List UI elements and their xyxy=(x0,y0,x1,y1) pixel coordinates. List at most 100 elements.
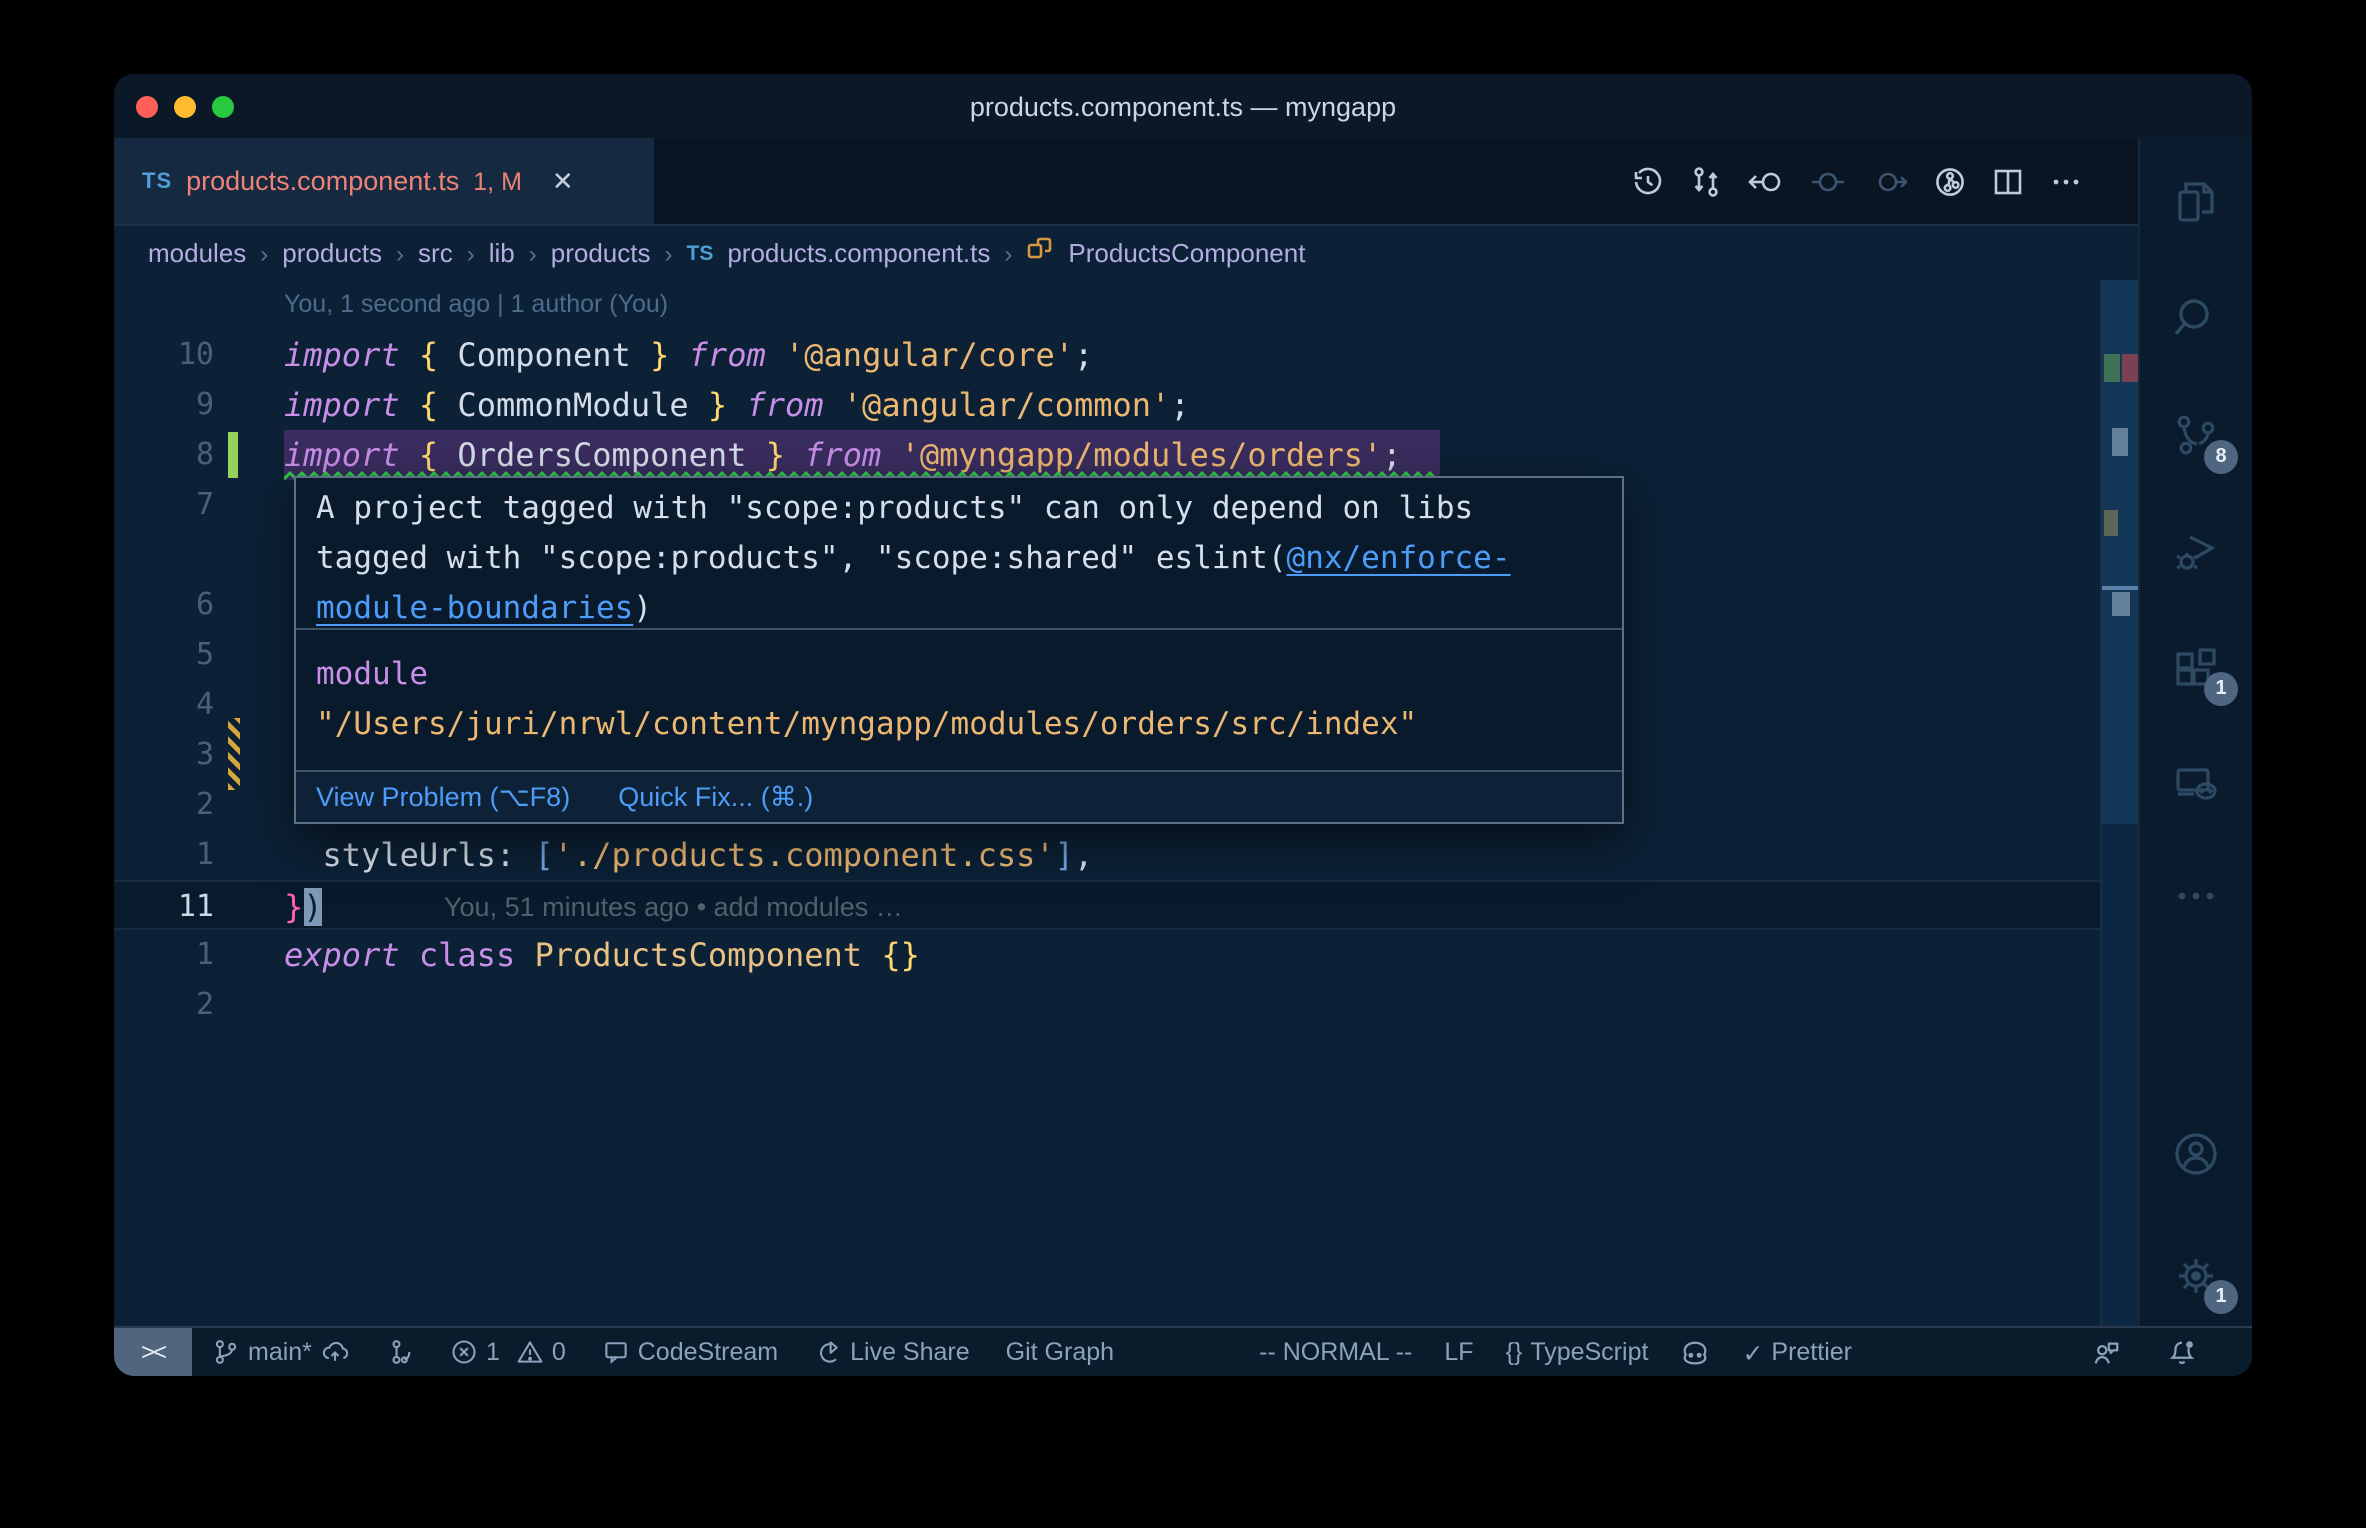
line-number: 11 xyxy=(177,888,214,924)
codestream-label: CodeStream xyxy=(637,1338,779,1366)
problem-message-text: A project tagged with "scope:products" c… xyxy=(316,490,1474,526)
code-text: export class ProductsComponent {} xyxy=(284,930,920,980)
next-change-icon[interactable] xyxy=(1872,165,1908,197)
code-text: styleUrls: ['./products.component.css'], xyxy=(284,830,1094,880)
feedback-icon[interactable] xyxy=(2090,1328,2122,1376)
line-number: 10 xyxy=(177,336,214,372)
compare-changes-icon[interactable] xyxy=(1690,165,1722,197)
split-editor-icon[interactable] xyxy=(1992,165,2024,197)
code-line[interactable]: 1 styleUrls: ['./products.component.css'… xyxy=(114,830,2100,880)
pipeline-item[interactable] xyxy=(386,1338,414,1366)
code-text: import { Component } from '@angular/core… xyxy=(284,330,1093,380)
token-pl: OrdersComponent xyxy=(438,436,766,474)
language-mode-item[interactable]: {} TypeScript xyxy=(1506,1338,1649,1366)
line-number: 2 xyxy=(195,786,214,822)
token-brk: ] xyxy=(1054,836,1074,874)
prettier-item[interactable]: ✓ Prettier xyxy=(1742,1337,1852,1367)
chevron-right-icon: › xyxy=(1004,239,1013,267)
blame-annotation-inline: You, 51 minutes ago • add modules … xyxy=(444,892,903,922)
local-history-icon[interactable] xyxy=(1632,165,1664,197)
git-branch-item[interactable]: main* xyxy=(212,1338,350,1366)
git-graph-item[interactable]: Git Graph xyxy=(1006,1338,1114,1366)
eslint-rule-link[interactable]: @nx/enforce- xyxy=(1287,540,1511,576)
breadcrumb-item[interactable]: products xyxy=(551,238,651,268)
token-kw: import xyxy=(284,336,400,374)
view-problem-action[interactable]: View Problem (⌥F8) xyxy=(316,772,570,822)
line-number: 2 xyxy=(195,986,214,1022)
run-debug-icon[interactable] xyxy=(2170,526,2222,578)
code-line[interactable]: 9 import { CommonModule } from '@angular/… xyxy=(114,380,2100,430)
line-number: 5 xyxy=(195,636,214,672)
source-control-badge: 8 xyxy=(2204,440,2238,474)
eol-indicator[interactable]: LF xyxy=(1444,1338,1473,1366)
code-editor[interactable]: You, 1 second ago | 1 author (You) 10 impo… xyxy=(114,280,2100,1326)
code-line[interactable]: 11}) You, 51 minutes ago • add modules … xyxy=(114,880,2100,930)
codestream-item[interactable]: CodeStream xyxy=(602,1338,778,1366)
extensions-badge: 1 xyxy=(2204,672,2238,706)
breadcrumb-item[interactable]: lib xyxy=(489,238,515,268)
code-line[interactable]: 8 import { OrdersComponent } from '@mynga… xyxy=(114,430,2100,481)
token-br: } xyxy=(650,336,670,374)
breadcrumb-symbol[interactable]: ProductsComponent xyxy=(1068,238,1305,268)
accounts-icon[interactable] xyxy=(2170,1128,2222,1180)
more-actions-icon[interactable] xyxy=(2050,165,2082,197)
problem-hover-popup: A project tagged with "scope:products" c… xyxy=(294,476,1624,824)
breadcrumb-item[interactable]: products xyxy=(282,238,382,268)
line-number: 3 xyxy=(195,736,214,772)
overview-mark-green xyxy=(2104,354,2120,382)
tab-products-component[interactable]: TS products.component.ts 1, M ✕ xyxy=(114,138,654,224)
tab-close-icon[interactable]: ✕ xyxy=(552,165,574,197)
git-graph-icon[interactable] xyxy=(1934,165,1966,197)
token-kw2: class xyxy=(418,936,516,974)
extensions-icon[interactable]: 1 xyxy=(2170,642,2238,706)
vscode-window: products.component.ts — myngapp TS produ… xyxy=(114,74,2252,1376)
breadcrumb-item[interactable]: src xyxy=(418,238,453,268)
title-bar: products.component.ts — myngapp xyxy=(114,74,2252,138)
more-views-icon[interactable] xyxy=(2170,870,2222,922)
live-share-item[interactable]: Live Share xyxy=(814,1338,970,1366)
notifications-bell-icon[interactable] xyxy=(2166,1328,2198,1376)
remote-explorer-icon[interactable] xyxy=(2170,758,2222,810)
blame-line[interactable]: You, 1 second ago | 1 author (You) xyxy=(114,280,2100,330)
code-line[interactable]: 10 import { Component } from '@angular/co… xyxy=(114,330,2100,380)
breadcrumb: modules › products › src › lib › product… xyxy=(114,226,2138,280)
screen: products.component.ts — myngapp TS produ… xyxy=(0,0,2366,1528)
code-line[interactable]: 2 xyxy=(114,980,2100,1030)
settings-gear-icon[interactable]: 1 xyxy=(2170,1250,2238,1314)
settings-badge: 1 xyxy=(2204,1280,2238,1314)
token-pk: } xyxy=(284,888,304,926)
status-bar: >< main* 1 0 CodeStream Live Share Git G… xyxy=(114,1326,2252,1376)
source-control-icon[interactable]: 8 xyxy=(2170,410,2238,474)
vim-mode-indicator[interactable]: -- NORMAL -- xyxy=(1259,1338,1412,1366)
eslint-rule-link[interactable]: module-boundaries xyxy=(316,590,633,626)
overview-cursor-mark xyxy=(2112,592,2130,616)
remote-indicator[interactable]: >< xyxy=(114,1328,192,1376)
line-number: 4 xyxy=(195,686,214,722)
line-number: 6 xyxy=(195,586,214,622)
problems-item[interactable]: 1 0 xyxy=(450,1338,566,1366)
token-br: { xyxy=(418,436,439,474)
previous-change-icon[interactable] xyxy=(1810,165,1846,197)
code-line[interactable]: 1 export class ProductsComponent {} xyxy=(114,930,2100,980)
github-octoface-icon[interactable] xyxy=(1680,1337,1710,1367)
code-text: }) xyxy=(284,882,323,932)
module-keyword: module xyxy=(316,656,428,692)
navigate-back-icon[interactable] xyxy=(1748,165,1784,197)
explorer-icon[interactable] xyxy=(2170,176,2222,228)
breadcrumb-item[interactable]: modules xyxy=(148,238,246,268)
breadcrumb-file[interactable]: products.component.ts xyxy=(727,238,990,268)
error-icon xyxy=(452,1340,476,1364)
token-pl: , xyxy=(1073,836,1094,874)
search-icon[interactable] xyxy=(2170,292,2222,344)
hover-actions: View Problem (⌥F8) Quick Fix... (⌘.) xyxy=(296,770,1622,822)
quick-fix-action[interactable]: Quick Fix... (⌘.) xyxy=(618,772,813,822)
code-text: import { CommonModule } from '@angular/c… xyxy=(284,380,1190,430)
block-cursor: ) xyxy=(303,888,323,926)
tab-bar: TS products.component.ts 1, M ✕ xyxy=(114,138,2138,226)
token-pl: CommonModule xyxy=(438,386,708,424)
typescript-file-icon: TS xyxy=(686,241,714,265)
token-br: {} xyxy=(881,936,920,974)
module-path: "/Users/juri/nrwl/content/myngapp/module… xyxy=(316,706,1418,742)
